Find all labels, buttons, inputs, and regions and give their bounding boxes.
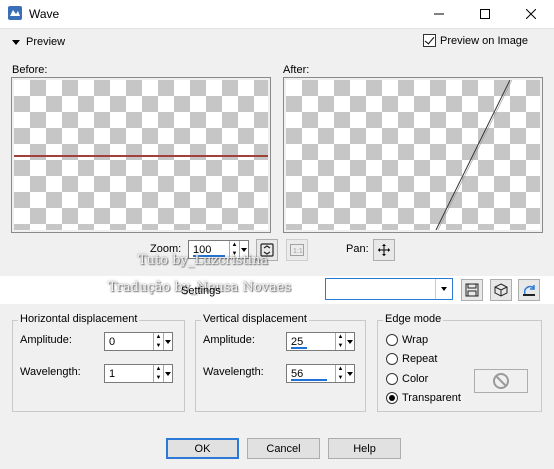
vertical-wavelength-value[interactable]: 56 [287,365,335,382]
chevron-down-icon [241,247,247,252]
no-color-icon [493,373,509,389]
title-bar: Wave [0,0,554,29]
pan-label: Pan: [346,243,369,255]
pan-button[interactable] [373,239,395,261]
horizontal-amplitude-text: 0 [109,335,116,348]
vertical-wavelength-field[interactable]: 56 ▲ ▼ [286,364,355,383]
edge-mode-option-transparent[interactable]: Transparent [386,392,461,404]
horizontal-amplitude-value[interactable]: 0 [105,333,153,350]
minimize-icon [434,13,444,15]
vertical-amplitude-value[interactable]: 25 [287,333,335,350]
cancel-button[interactable]: Cancel [247,438,320,459]
vertical-displacement-title: Vertical displacement [201,313,309,325]
before-label: Before: [12,64,48,76]
transparent-radio[interactable] [386,392,398,404]
vertical-wavelength-stepper[interactable]: ▲ ▼ [335,365,345,382]
randomize-button[interactable] [490,279,512,301]
vertical-amplitude-text: 25 [291,335,304,348]
preview-on-image-option[interactable]: Preview on Image [423,34,528,47]
save-icon [465,283,479,297]
reset-icon [523,285,535,296]
help-button[interactable]: Help [328,438,401,459]
close-icon [526,9,536,19]
chevron-down-icon [441,287,447,291]
zoom-actual-size-button[interactable]: 1:1 [286,239,308,261]
preview-on-image-label: Preview on Image [440,34,529,47]
vertical-amplitude-stepper[interactable]: ▲ ▼ [335,333,345,350]
svg-text:1:1: 1:1 [293,248,303,255]
vertical-amplitude-label: Amplitude: [203,334,255,346]
chevron-down-icon [165,371,171,376]
horizontal-wavelength-stepper[interactable]: ▲ ▼ [153,365,163,382]
horizontal-wavelength-text: 1 [109,367,116,380]
edge-mode-title: Edge mode [383,313,444,325]
preview-toggle[interactable]: Preview [12,35,65,49]
repeat-label: Repeat [402,353,438,365]
window-title: Wave [29,7,60,21]
edge-mode-option-color[interactable]: Color [386,373,428,385]
color-label: Color [402,373,429,385]
before-horizontal-line [14,155,268,157]
close-button[interactable] [508,0,554,28]
preview-toggle-label: Preview [26,36,66,48]
watermark-line-1: Tuto by_Luzcristina [138,253,269,268]
color-radio[interactable] [386,373,398,385]
before-preview[interactable] [11,77,271,233]
chevron-down-icon [347,339,353,344]
repeat-radio[interactable] [386,353,398,365]
vertical-amplitude-field[interactable]: 25 ▲ ▼ [286,332,355,351]
before-canvas [14,80,268,230]
vertical-wavelength-underline [291,379,327,381]
chevron-down-icon [347,371,353,376]
move-arrows-icon [378,244,390,256]
horizontal-amplitude-label: Amplitude: [20,334,72,346]
edge-color-swatch[interactable] [474,369,528,393]
settings-dropdown[interactable] [325,278,453,300]
transparent-label: Transparent [402,392,461,404]
after-canvas [286,80,540,230]
horizontal-wavelength-field[interactable]: 1 ▲ ▼ [104,364,173,383]
wrap-label: Wrap [402,334,429,346]
maximize-icon [480,9,490,19]
reset-button[interactable] [518,279,540,301]
edge-mode-option-wrap[interactable]: Wrap [386,334,428,346]
vertical-amplitude-underline [291,347,307,349]
dice-icon [494,283,508,297]
horizontal-amplitude-stepper[interactable]: ▲ ▼ [153,333,163,350]
collapse-triangle-icon [12,39,20,45]
horizontal-wavelength-dropdown[interactable] [163,365,172,382]
horizontal-amplitude-dropdown[interactable] [163,333,172,350]
vertical-wavelength-label: Wavelength: [203,366,264,378]
save-preset-button[interactable] [461,279,483,301]
app-icon [8,6,22,20]
settings-dropdown-arrow[interactable] [435,279,452,299]
chevron-down-icon [165,339,171,344]
after-preview[interactable] [283,77,543,233]
horizontal-wavelength-value[interactable]: 1 [105,365,153,382]
horizontal-amplitude-field[interactable]: 0 ▲ ▼ [104,332,173,351]
horizontal-displacement-title: Horizontal displacement [18,313,140,325]
actual-size-icon: 1:1 [290,244,304,256]
vertical-amplitude-dropdown[interactable] [345,333,354,350]
after-label: After: [283,64,310,76]
vertical-wavelength-text: 56 [291,367,304,380]
ok-button[interactable]: OK [166,438,239,459]
edge-mode-option-repeat[interactable]: Repeat [386,353,437,365]
after-wave-line [435,80,513,230]
horizontal-wavelength-label: Wavelength: [20,366,81,378]
wrap-radio[interactable] [386,334,398,346]
preview-on-image-checkbox[interactable] [423,34,436,47]
minimize-button[interactable] [416,0,462,28]
vertical-wavelength-dropdown[interactable] [345,365,354,382]
maximize-button[interactable] [462,0,508,28]
settings-label: Settings [181,285,221,297]
